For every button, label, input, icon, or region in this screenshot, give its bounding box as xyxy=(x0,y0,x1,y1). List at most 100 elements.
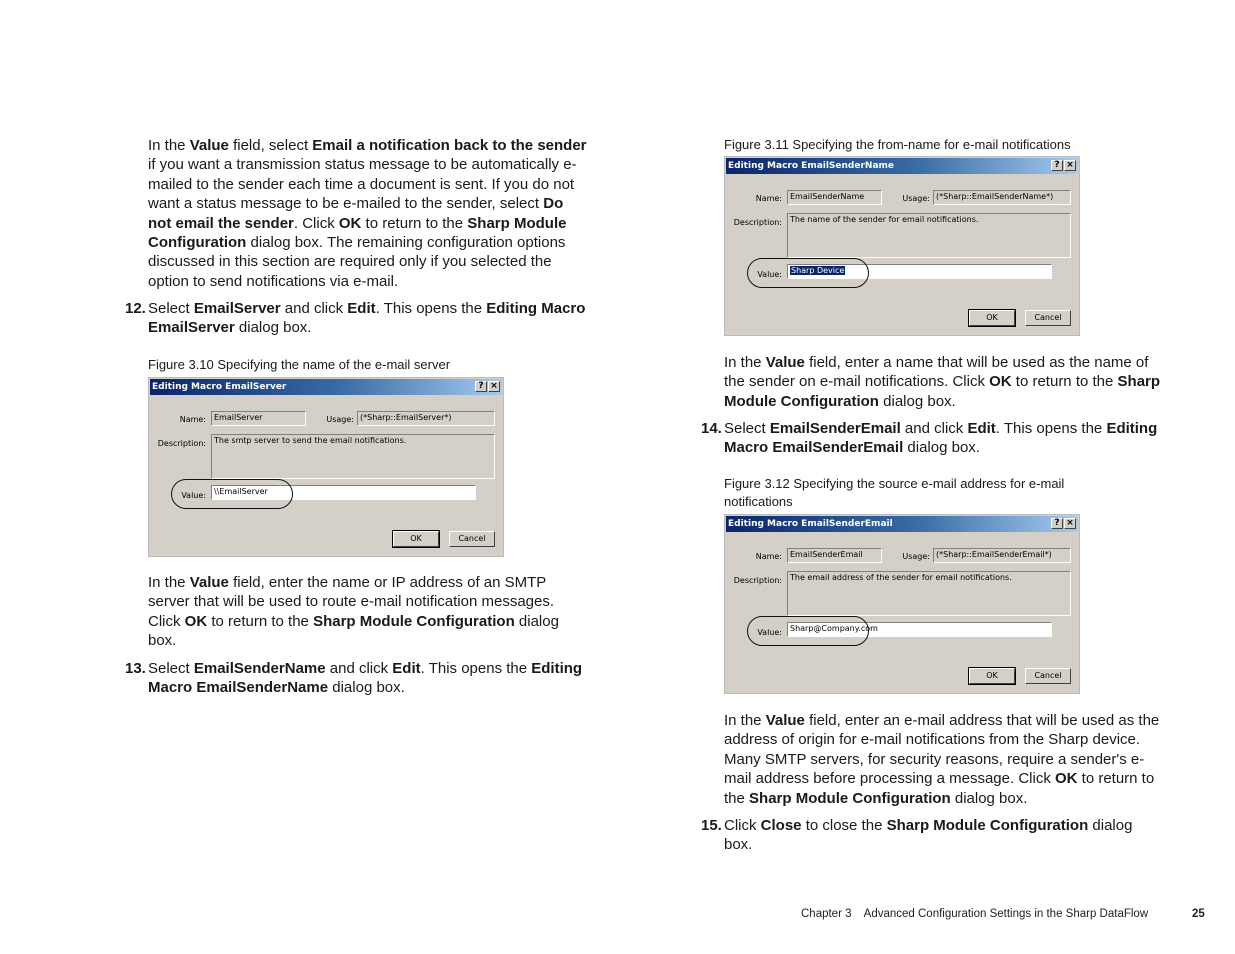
name-label: Name: xyxy=(179,415,206,424)
step-number: 14. xyxy=(701,420,722,437)
text-run: Select xyxy=(148,300,194,317)
dialog-title: Editing Macro EmailServer xyxy=(152,382,287,392)
text-run: dialog box. xyxy=(328,679,405,697)
usage-field: (*Sharp::EmailSenderName*) xyxy=(933,190,1071,205)
text-run: dialog box. xyxy=(234,319,312,337)
highlight-oval xyxy=(747,258,869,288)
text-run: if you want a transmission status messag… xyxy=(148,156,577,213)
text-run: dialog box. xyxy=(878,392,956,410)
usage-field: (*Sharp::EmailServer*) xyxy=(357,411,495,426)
text-run: dialog box. xyxy=(903,439,980,457)
bold-term: Value xyxy=(765,712,805,729)
name-field: EmailSenderEmail xyxy=(787,548,882,563)
close-icon[interactable]: × xyxy=(1064,518,1076,529)
bold-term: OK xyxy=(338,214,362,232)
bold-term: Close xyxy=(760,817,802,834)
text-run: to return to the xyxy=(361,214,468,232)
ok-button[interactable]: OK xyxy=(968,309,1016,327)
text-run: . This opens the xyxy=(420,660,532,677)
step-text: Select EmailSenderName and click Edit. T… xyxy=(148,660,582,696)
bold-term: Sharp Module Configuration xyxy=(749,789,951,807)
text-run: In the xyxy=(148,137,190,154)
bold-term: Value xyxy=(189,574,229,591)
text-run: to return to the xyxy=(1011,373,1118,391)
name-label: Name: xyxy=(755,552,782,561)
text-run: . Click xyxy=(293,214,339,232)
text-run: and click xyxy=(325,660,393,677)
cancel-button[interactable]: Cancel xyxy=(1025,310,1071,326)
bold-term: EmailSenderName xyxy=(193,660,326,677)
dialog-title: Editing Macro EmailSenderName xyxy=(728,161,894,171)
after-figure-3-10-paragraph: In the Value field, enter the name or IP… xyxy=(148,573,590,651)
text-run: dialog box. xyxy=(950,789,1028,807)
bold-term: Edit xyxy=(967,420,996,437)
text-run: to return to the xyxy=(207,612,314,630)
step-number: 13. xyxy=(125,660,146,677)
dialog-title-bar[interactable]: Editing Macro EmailSenderEmail ? × xyxy=(726,516,1078,532)
bold-term: Email a notification back to the sender xyxy=(312,137,587,154)
text-run: In the xyxy=(724,712,766,729)
text-run: . This opens the xyxy=(375,300,487,317)
name-label: Name: xyxy=(755,194,782,203)
step-number: 12. xyxy=(125,300,146,317)
description-label: Description: xyxy=(733,218,782,227)
step-number: 15. xyxy=(701,817,722,834)
bold-term: Edit xyxy=(347,300,376,317)
cancel-button[interactable]: Cancel xyxy=(1025,668,1071,684)
description-label: Description: xyxy=(733,576,782,585)
text-run: Click xyxy=(724,817,761,834)
text-run: to close the xyxy=(801,817,887,834)
bold-term: OK xyxy=(184,612,208,630)
after-figure-3-12-paragraph: In the Value field, enter an e-mail addr… xyxy=(724,711,1169,808)
text-run: and click xyxy=(280,300,348,317)
help-icon[interactable]: ? xyxy=(1051,160,1063,171)
step-text: Select EmailSenderEmail and click Edit. … xyxy=(724,420,1157,456)
help-icon[interactable]: ? xyxy=(475,381,487,392)
description-field: The email address of the sender for emai… xyxy=(787,571,1071,616)
text-run: Select xyxy=(148,660,194,677)
bold-term: Value xyxy=(765,354,805,371)
dialog-title-bar[interactable]: Editing Macro EmailSenderName ? × xyxy=(726,158,1078,174)
intro-paragraph: In the Value field, select Email a notif… xyxy=(148,136,590,291)
cancel-button[interactable]: Cancel xyxy=(449,531,495,547)
dialog-editing-macro-emailserver: Editing Macro EmailServer ? × Name: Emai… xyxy=(148,377,504,557)
step-text: Select EmailServer and click Edit. This … xyxy=(148,300,585,336)
ok-button[interactable]: OK xyxy=(968,667,1016,685)
bold-term: Edit xyxy=(392,660,421,677)
step-13: 13. Select EmailSenderName and click Edi… xyxy=(125,659,588,698)
description-field: The smtp server to send the email notifi… xyxy=(211,434,495,479)
bold-term: OK xyxy=(989,373,1012,391)
description-field: The name of the sender for email notific… xyxy=(787,213,1071,258)
dialog-title-bar[interactable]: Editing Macro EmailServer ? × xyxy=(150,379,502,395)
bold-term: EmailServer xyxy=(193,300,281,317)
figure-caption: Figure 3.10 Specifying the name of the e… xyxy=(148,357,451,372)
usage-field: (*Sharp::EmailSenderEmail*) xyxy=(933,548,1071,563)
bold-term: Value xyxy=(189,137,229,154)
help-icon[interactable]: ? xyxy=(1051,518,1063,529)
close-icon[interactable]: × xyxy=(1064,160,1076,171)
after-figure-3-11-paragraph: In the Value field, enter a name that wi… xyxy=(724,353,1169,411)
ok-button[interactable]: OK xyxy=(392,530,440,548)
close-icon[interactable]: × xyxy=(488,381,500,392)
text-run: Select xyxy=(724,420,770,437)
usage-label: Usage: xyxy=(902,194,930,203)
usage-label: Usage: xyxy=(326,415,354,424)
dialog-editing-macro-emailsendername: Editing Macro EmailSenderName ? × Name: … xyxy=(724,156,1080,336)
text-run: . This opens the xyxy=(995,420,1107,437)
dialog-editing-macro-emailsenderemail: Editing Macro EmailSenderEmail ? × Name:… xyxy=(724,514,1080,694)
usage-label: Usage: xyxy=(902,552,930,561)
page-footer: Chapter 3 Advanced Configuration Setting… xyxy=(801,908,1205,920)
step-text: Click Close to close the Sharp Module Co… xyxy=(724,817,1132,853)
chapter-title: Chapter 3 Advanced Configuration Setting… xyxy=(801,908,1149,920)
highlight-oval xyxy=(171,479,293,509)
description-label: Description: xyxy=(157,439,206,448)
text-run: In the xyxy=(148,574,190,591)
figure-caption: Figure 3.11 Specifying the from-name for… xyxy=(724,137,1071,152)
bold-term: OK xyxy=(1054,770,1078,788)
step-15: 15. Click Close to close the Sharp Modul… xyxy=(701,816,1164,855)
bold-term: EmailSenderEmail xyxy=(769,420,901,437)
bold-term: Sharp Module Configuration xyxy=(313,612,515,630)
name-field: EmailServer xyxy=(211,411,306,426)
bold-term: Sharp Module Configuration xyxy=(886,817,1089,834)
figure-caption: Figure 3.12 Specifying the source e-mail… xyxy=(724,476,1065,509)
